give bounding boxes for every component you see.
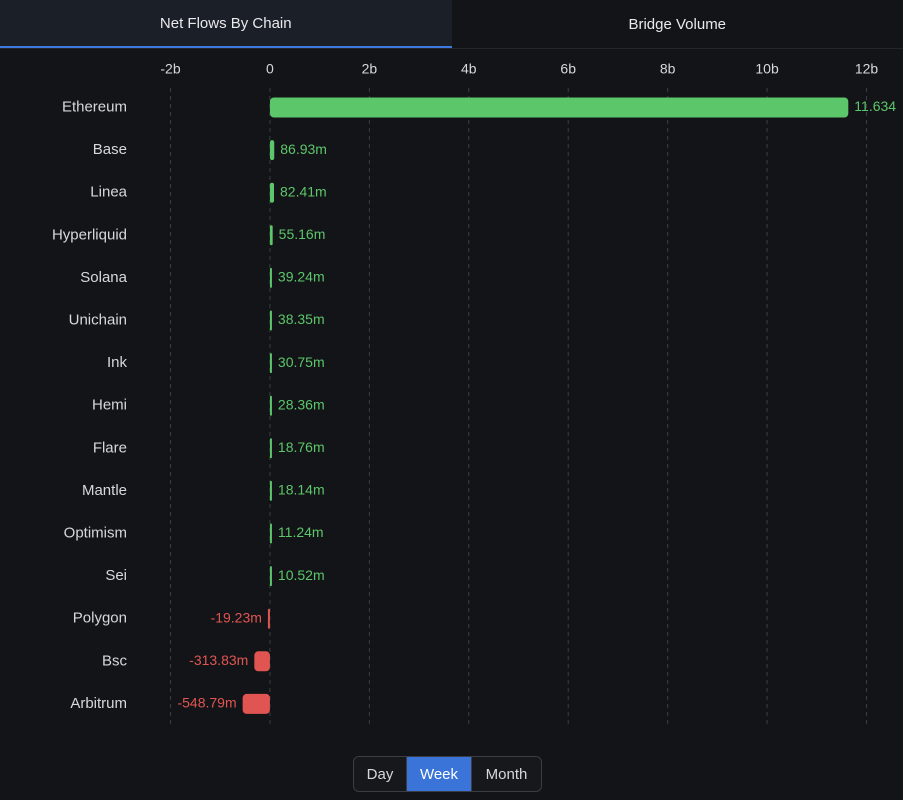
tick-label: 4b [461, 61, 477, 77]
category-label: Flare [93, 439, 127, 456]
bar [269, 566, 272, 587]
tick-label: 0 [266, 61, 274, 77]
data-label: -548.79m [177, 695, 236, 711]
category-label: Hyperliquid [52, 226, 127, 243]
data-label: 11.634 [854, 98, 896, 114]
bar [242, 693, 270, 714]
category-label: Sei [105, 567, 127, 584]
bar [269, 395, 272, 416]
bar [269, 182, 275, 203]
data-label: 28.36m [278, 396, 325, 412]
category-label: Bsc [102, 652, 128, 669]
bar [269, 267, 272, 288]
tab-bridge-volume[interactable]: Bridge Volume [451, 0, 903, 48]
period-day-button[interactable]: Day [354, 757, 407, 791]
category-label: Polygon [73, 610, 127, 627]
category-label: Base [93, 141, 127, 158]
category-label: Arbitrum [70, 695, 127, 712]
category-label: Mantle [82, 482, 127, 499]
category-label: Solana [80, 269, 127, 286]
data-label: 18.76m [278, 439, 325, 455]
data-label: 30.75m [278, 354, 325, 370]
bar [269, 523, 272, 544]
bar [269, 97, 849, 118]
data-label: 55.16m [279, 226, 326, 242]
category-label: Linea [90, 184, 127, 201]
tick-label: 12b [855, 61, 879, 77]
tick-label: 6b [560, 61, 576, 77]
tick-label: 2b [362, 61, 378, 77]
bar [269, 480, 272, 501]
bar [269, 140, 275, 161]
category-label: Hemi [92, 397, 127, 414]
bar [269, 310, 272, 331]
category-label: Unichain [69, 311, 127, 328]
data-label: 39.24m [278, 269, 325, 285]
bar [269, 353, 272, 374]
bar [269, 225, 273, 246]
tick-label: 10b [755, 61, 779, 77]
bar [267, 608, 270, 629]
bar [269, 438, 272, 459]
category-label: Ink [107, 354, 128, 371]
data-label: 86.93m [280, 141, 327, 157]
data-label: 18.14m [278, 482, 325, 498]
data-label: -19.23m [211, 609, 262, 625]
period-week-button[interactable]: Week [407, 757, 471, 791]
category-label: Optimism [64, 524, 127, 541]
category-label: Ethereum [62, 98, 127, 115]
period-month-button[interactable]: Month [471, 757, 541, 791]
tick-label: -2b [160, 61, 180, 77]
data-label: -313.83m [189, 652, 248, 668]
data-label: 11.24m [278, 524, 324, 540]
net-flows-bar-chart: -2b 0 2b 4b 6b 8b 10b 12b Ethereum 11.634 Base 86.9… [52, 61, 896, 724]
tick-label: 8b [660, 61, 676, 77]
tab-bar: Net Flows By Chain Bridge Volume [0, 0, 903, 49]
net-flows-panel: Net Flows By Chain Bridge Volume -2b 0 2b 4… [0, 0, 903, 800]
data-label: 38.35m [278, 311, 325, 327]
data-label: 82.41m [280, 183, 327, 199]
tab-net-flows-by-chain[interactable]: Net Flows By Chain [0, 0, 452, 48]
bar [254, 651, 270, 672]
period-selector: Day Week Month [353, 756, 542, 792]
data-label: 10.52m [278, 567, 325, 583]
